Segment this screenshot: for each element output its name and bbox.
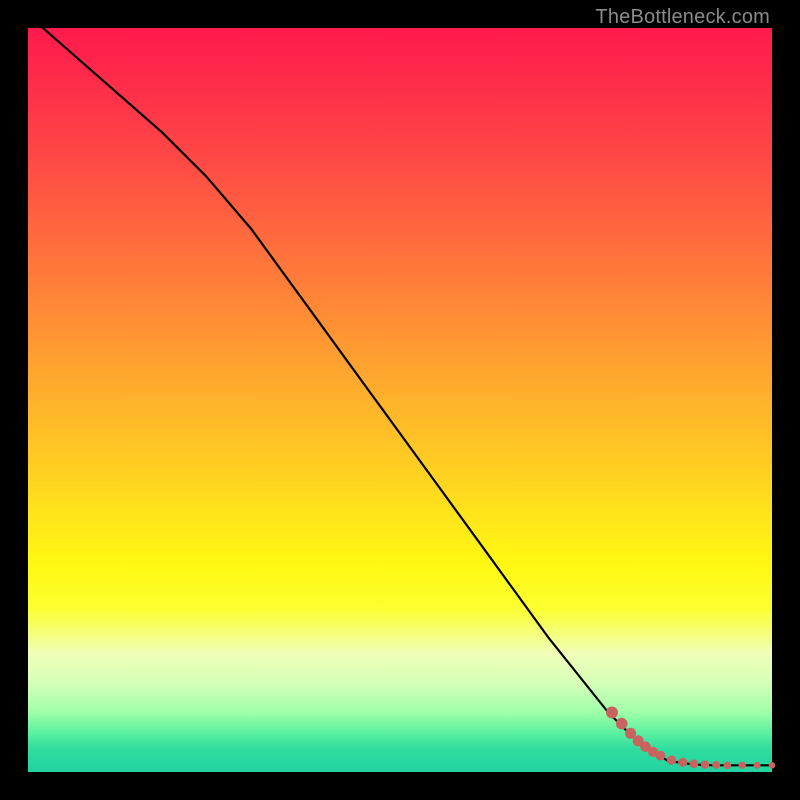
tail-marker [739,762,746,769]
tail-marker [701,760,709,768]
tail-marker [769,762,776,769]
tail-marker [667,755,676,764]
tail-marker [690,759,699,768]
watermark-text: TheBottleneck.com [595,6,770,29]
tail-marker [724,762,732,770]
chart-frame: TheBottleneck.com [0,0,800,800]
tail-marker [678,758,687,767]
tail-marker [616,718,628,730]
chart-overlay [28,28,772,772]
tail-marker [754,762,761,769]
tail-marker [656,751,666,761]
tail-marker [606,707,618,719]
tail-marker-group [606,707,775,770]
curve-line [43,28,772,765]
tail-marker [712,761,720,769]
